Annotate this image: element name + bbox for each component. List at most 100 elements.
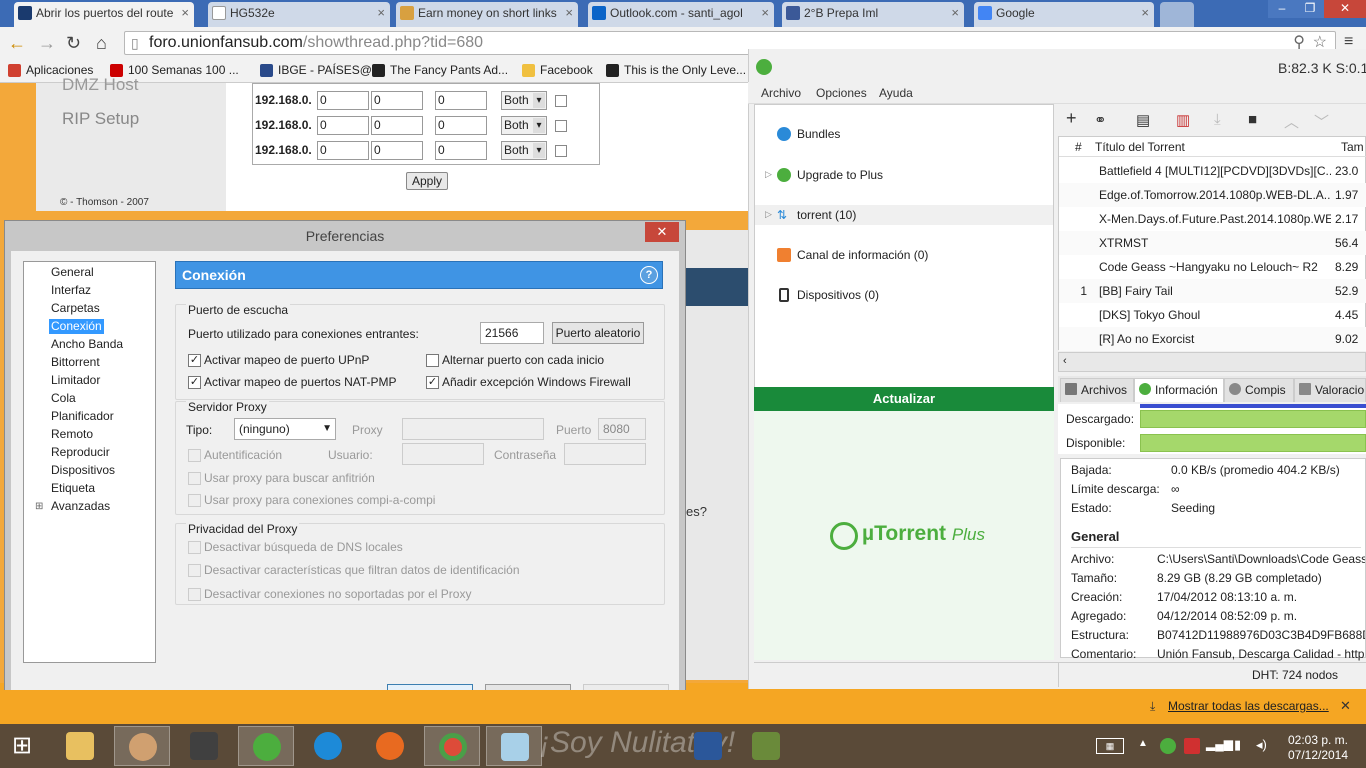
tree-item-cola[interactable]: Cola [49, 391, 78, 406]
ip-field[interactable]: 0 [371, 91, 423, 110]
restore-icon[interactable]: ❐ [1296, 0, 1324, 18]
proxy-type-select[interactable]: (ninguno) ▼ [234, 418, 336, 440]
tree-item-planificador[interactable]: Planificador [49, 409, 116, 424]
bookmark-fancy-pants[interactable]: The Fancy Pants Ad... [372, 63, 508, 77]
minimize-icon[interactable]: – [1268, 0, 1296, 18]
table-row[interactable]: [R] Ao no Exorcist 9.02 [1059, 327, 1366, 351]
chevron-up-icon[interactable]: ︿ [1284, 111, 1299, 132]
tree-item-ancho-banda[interactable]: Ancho Banda [49, 337, 125, 352]
close-window-icon[interactable]: ✕ [1324, 0, 1366, 18]
taskbar-media[interactable] [176, 726, 232, 766]
natpmp-checkbox[interactable]: ✓ [188, 376, 201, 389]
dns-checkbox[interactable] [188, 541, 201, 554]
close-icon[interactable]: × [181, 2, 189, 24]
sidebar-item-upgrade[interactable]: Upgrade to Plus [797, 168, 883, 182]
sidebar-item-torrents[interactable]: torrent (10) [797, 208, 856, 222]
scroll-left-icon[interactable]: ‹ [1063, 355, 1067, 367]
tree-item-general[interactable]: General [49, 265, 96, 280]
update-button[interactable]: Actualizar [754, 387, 1054, 411]
reload-icon[interactable]: ↻ [66, 33, 81, 54]
tree-item-etiqueta[interactable]: Etiqueta [49, 481, 97, 496]
nav-dmz-host[interactable]: DMZ Host [62, 75, 139, 95]
sidebar-item-bundles[interactable]: Bundles [797, 127, 840, 141]
tab-valoracion[interactable]: Valoracio [1294, 378, 1366, 402]
close-icon[interactable]: × [565, 2, 573, 24]
features-checkbox[interactable] [188, 564, 201, 577]
taskbar-explorer[interactable] [52, 726, 108, 766]
taskbar-word[interactable] [680, 726, 736, 766]
protocol-select[interactable]: Both [501, 91, 547, 110]
home-icon[interactable]: ⌂ [96, 33, 107, 54]
table-row[interactable]: 1 [BB] Fairy Tail 52.9 [1059, 279, 1366, 303]
tree-item-remoto[interactable]: Remoto [49, 427, 95, 442]
trash-icon[interactable]: ▥ [1176, 111, 1190, 129]
close-icon[interactable]: × [951, 2, 959, 24]
random-port-button[interactable]: Puerto aleatorio [552, 322, 644, 344]
forward-icon[interactable]: → [38, 33, 56, 54]
tab-hg532e[interactable]: HG532e × [208, 2, 390, 27]
unsupported-checkbox[interactable] [188, 588, 201, 601]
close-icon[interactable]: ✕ [645, 222, 679, 242]
user-input[interactable] [402, 443, 484, 465]
ip-field[interactable]: 0 [435, 116, 487, 135]
download-icon[interactable]: ⤓ [1214, 111, 1221, 128]
show-all-downloads-link[interactable]: Mostrar todas las descargas... [1168, 699, 1329, 713]
table-row[interactable]: X-Men.Days.of.Future.Past.2014.1080p.WE.… [1059, 207, 1366, 231]
create-torrent-icon[interactable]: ▤ [1136, 111, 1150, 129]
add-torrent-icon[interactable]: + [1066, 108, 1077, 129]
battery-icon[interactable]: ▮ [1234, 737, 1241, 753]
enable-checkbox[interactable] [555, 145, 567, 157]
tab-compis[interactable]: Compis [1224, 378, 1294, 402]
stop-icon[interactable]: ■ [1248, 111, 1257, 128]
tree-item-reproducir[interactable]: Reproducir [49, 445, 112, 460]
menu-ayuda[interactable]: Ayuda [879, 86, 913, 100]
antivirus-tray-icon[interactable] [1184, 738, 1200, 754]
port-input[interactable]: 21566 [480, 322, 544, 344]
ip-field[interactable]: 0 [317, 141, 369, 160]
ip-field[interactable]: 0 [317, 116, 369, 135]
ip-field[interactable]: 0 [435, 141, 487, 160]
table-row[interactable]: Edge.of.Tomorrow.2014.1080p.WEB-DL.A... 1… [1059, 183, 1366, 207]
sidebar-item-feeds[interactable]: Canal de información (0) [797, 248, 928, 262]
table-row[interactable]: XTRMST 56.4 [1059, 231, 1366, 255]
close-icon[interactable]: × [761, 2, 769, 24]
taskbar-chrome[interactable] [424, 726, 480, 766]
taskbar-utorrent[interactable] [238, 726, 294, 766]
tab-unionfansub[interactable]: Abrir los puertos del route × [14, 2, 194, 27]
volume-icon[interactable]: ◂) [1256, 737, 1267, 753]
password-input[interactable] [564, 443, 646, 465]
ip-field[interactable]: 0 [371, 141, 423, 160]
ip-field[interactable]: 0 [371, 116, 423, 135]
horizontal-scrollbar[interactable]: ‹ [1058, 352, 1366, 372]
tab-facebook-group[interactable]: 2°B Prepa Iml × [782, 2, 964, 27]
apply-button[interactable]: Apply [406, 172, 448, 190]
close-icon[interactable]: × [1141, 2, 1149, 24]
protocol-select[interactable]: Both [501, 141, 547, 160]
tree-item-bittorrent[interactable]: Bittorrent [49, 355, 102, 370]
help-icon[interactable]: ? [640, 266, 658, 284]
proxy-host-input[interactable] [402, 418, 544, 440]
tree-item-interfaz[interactable]: Interfaz [49, 283, 93, 298]
chevron-down-icon[interactable]: ﹀ [1314, 111, 1329, 132]
table-row[interactable]: Code Geass ~Hangyaku no Lelouch~ R2 8.29 [1059, 255, 1366, 279]
expand-icon[interactable]: ▷ [765, 209, 772, 220]
tree-item-avanzadas[interactable]: Avanzadas [35, 499, 112, 514]
keyboard-icon[interactable]: ▦ [1096, 738, 1124, 754]
auth-checkbox[interactable] [188, 449, 201, 462]
signal-icon[interactable]: ▂▄▆ [1206, 737, 1233, 751]
link-icon[interactable]: ⚭ [1094, 111, 1107, 129]
taskbar-minecraft[interactable] [738, 726, 794, 766]
back-icon[interactable]: ← [8, 33, 26, 54]
tree-item-dispositivos[interactable]: Dispositivos [49, 463, 117, 478]
protocol-select[interactable]: Both [501, 116, 547, 135]
taskbar-notepad[interactable] [486, 726, 542, 766]
proxy-p2p-checkbox[interactable] [188, 494, 201, 507]
enable-checkbox[interactable] [555, 120, 567, 132]
menu-opciones[interactable]: Opciones [816, 86, 867, 100]
nav-rip-setup[interactable]: RIP Setup [62, 109, 139, 129]
proxy-host-checkbox[interactable] [188, 472, 201, 485]
taskbar-shazam[interactable] [300, 726, 356, 766]
tree-item-limitador[interactable]: Limitador [49, 373, 102, 388]
proxy-port-input[interactable]: 8080 [598, 418, 646, 440]
sidebar-item-devices[interactable]: Dispositivos (0) [797, 288, 879, 302]
